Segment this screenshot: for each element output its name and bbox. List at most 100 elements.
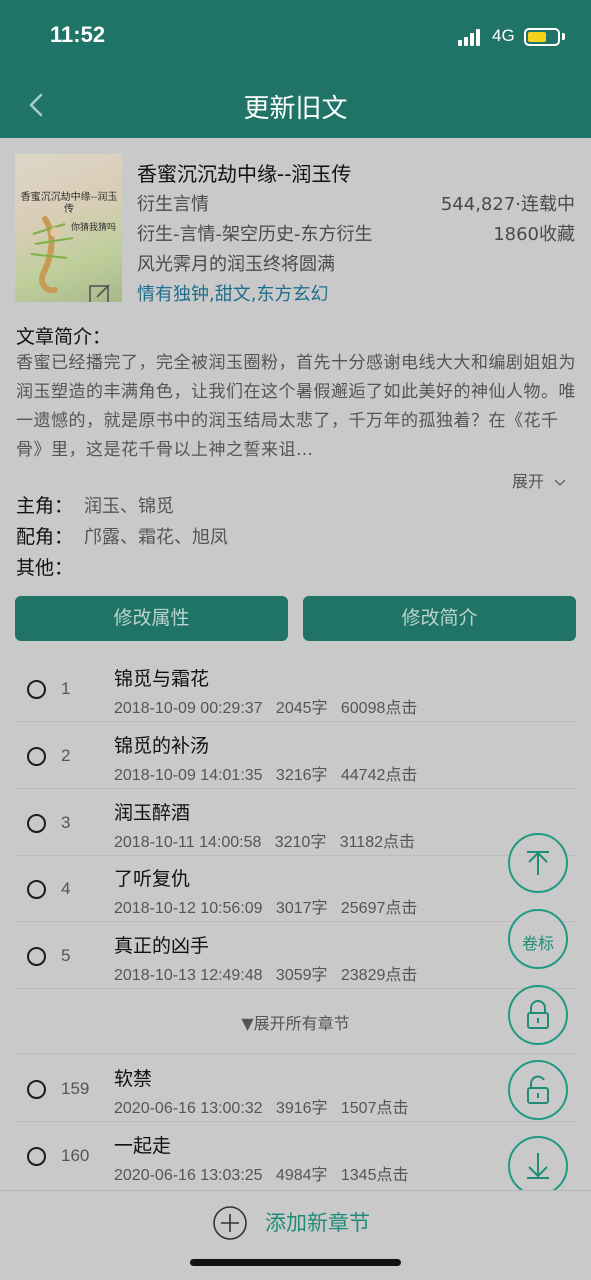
expand-synopsis-button[interactable]: 展开 [512,468,567,492]
chapter-select-radio[interactable] [27,947,46,966]
book-title: 香蜜沉沉劫中缘--润玉传 [137,162,352,186]
edit-icon[interactable] [88,282,112,302]
chapter-words: 2045字 [275,700,328,717]
chapter-row[interactable]: 1 锦觅与霜花 2018-10-09 00:29:37 2045字 60098点… [15,656,576,722]
synopsis-text: 香蜜已经播完了，完全被润玉圈粉，首先十分感谢电线大大和编剧姐姐为润玉塑造的丰满角… [16,353,576,460]
chapter-meta: 2018-10-12 10:56:09 3017字 25697点击 [114,894,417,918]
chapter-select-radio[interactable] [27,680,46,699]
network-type: 4G [492,26,515,45]
chapter-select-radio[interactable] [27,1147,46,1166]
chevron-down-icon [554,479,566,486]
scroll-bottom-button[interactable] [508,1136,568,1196]
chapter-title: 软禁 [114,1068,153,1090]
chapter-date: 2018-10-09 14:01:35 [114,767,263,784]
chapter-words: 3216字 [275,767,328,784]
chapter-words: 3210字 [274,834,327,851]
chapter-clicks: 25697点击 [340,900,418,917]
chapter-select-radio[interactable] [27,1080,46,1099]
scroll-top-icon [527,851,549,875]
battery-icon [524,28,560,46]
divider [15,1053,576,1054]
chapter-meta: 2018-10-13 12:49:48 3059字 23829点击 [114,961,417,985]
book-cover[interactable]: 香蜜沉沉劫中缘--润玉传 你猜我猜吗 [15,154,122,302]
chapter-title: 真正的凶手 [114,935,210,957]
chapter-title: 了听复仇 [114,868,191,890]
chapter-select-radio[interactable] [27,880,46,899]
chapter-title: 锦觅与霜花 [114,668,210,690]
role-label-supporting: 配角： [16,526,74,548]
book-tags: 情有独钟,甜文,东方玄幻 [137,284,329,305]
add-circle-icon[interactable] [212,1205,248,1241]
chapter-clicks: 1507点击 [340,1100,409,1117]
chapter-select-radio[interactable] [27,747,46,766]
unlock-button[interactable] [508,1060,568,1120]
chapter-row[interactable]: 5 真正的凶手 2018-10-13 12:49:48 3059字 23829点… [15,923,576,989]
chapter-words: 3017字 [275,900,328,917]
role-value-supporting: 邝露、霜花、旭凤 [84,527,228,548]
book-words-status: 544,827·连载中 [440,194,575,215]
status-time: 11:52 [50,22,106,47]
signal-icon [458,28,486,46]
book-category: 衍生-言情-架空历史-东方衍生 [137,224,373,245]
role-value-main: 润玉、锦觅 [84,496,174,517]
edit-attributes-button[interactable]: 修改属性 [15,596,288,641]
chapter-row[interactable]: 4 了听复仇 2018-10-12 10:56:09 3017字 25697点击 [15,856,576,922]
chapter-number: 1 [61,679,71,698]
cover-title: 香蜜沉沉劫中缘--润玉传 [20,192,118,215]
unlock-icon [527,1075,549,1104]
chapter-number: 4 [61,879,71,898]
chapter-number: 160 [61,1146,90,1165]
expand-label: 展开 [512,472,545,491]
chapter-clicks: 44742点击 [340,767,418,784]
add-chapter-button[interactable]: 添加新章节 [265,1207,370,1237]
chapter-row[interactable]: 159 软禁 2020-06-16 13:00:32 3916字 1507点击 [15,1056,576,1122]
role-label-other: 其他： [16,557,74,579]
synopsis-label: 文章简介： [16,326,112,348]
book-favorites: 1860收藏 [493,224,575,245]
chapter-number: 3 [61,813,71,832]
cover-illustration [30,216,74,294]
chapter-date: 2018-10-13 12:49:48 [114,967,263,984]
chapter-title: 锦觅的补汤 [114,735,210,757]
chapter-clicks: 23829点击 [340,967,418,984]
lock-button[interactable] [508,985,568,1045]
chapter-date: 2018-10-09 00:29:37 [114,700,263,717]
book-tagline: 风光霁月的润玉终将圆满 [137,254,335,275]
chapter-row[interactable]: 3 润玉醉酒 2018-10-11 14:00:58 3210字 31182点击 [15,790,576,856]
book-genre: 衍生言情 [137,194,209,215]
edit-synopsis-button[interactable]: 修改简介 [303,596,576,641]
chapter-number: 2 [61,746,71,765]
chapter-date: 2018-10-11 14:00:58 [114,834,262,851]
chapter-words: 4984字 [275,1167,328,1184]
chapter-words: 3059字 [275,967,328,984]
chapter-words: 3916字 [275,1100,328,1117]
chapter-row[interactable]: 2 锦觅的补汤 2018-10-09 14:01:35 3216字 44742点… [15,723,576,789]
chapter-title: 润玉醉酒 [114,802,191,824]
volume-label-button[interactable]: 卷标 [508,909,568,969]
chapter-clicks: 31182点击 [339,834,415,851]
chapter-meta: 2018-10-11 14:00:58 3210字 31182点击 [114,828,415,852]
chapter-date: 2020-06-16 13:03:25 [114,1167,263,1184]
scroll-bottom-icon [527,1153,549,1179]
role-label-main: 主角： [16,495,74,517]
lock-icon [527,1000,549,1029]
chapter-number: 5 [61,946,71,965]
expand-all-chapters[interactable]: ▼展开所有章节 [0,1010,591,1034]
nav-bar: 更新旧文 [0,72,591,138]
chapter-title: 一起走 [114,1135,172,1157]
chapter-meta: 2018-10-09 00:29:37 2045字 60098点击 [114,694,417,718]
footer-bar: 添加新章节 [0,1190,591,1280]
battery-tip [562,33,565,40]
home-indicator [190,1259,401,1266]
scroll-top-button[interactable] [508,833,568,893]
main-content: 香蜜沉沉劫中缘--润玉传 你猜我猜吗 香蜜沉沉劫中缘--润玉传 衍生言情 544… [0,138,591,1190]
status-bar: 11:52 4G [0,0,591,72]
page-title: 更新旧文 [243,94,348,124]
chapter-meta: 2018-10-09 14:01:35 3216字 44742点击 [114,761,417,785]
chapter-select-radio[interactable] [27,814,46,833]
chapter-meta: 2020-06-16 13:03:25 4984字 1345点击 [114,1161,408,1185]
chapter-clicks: 60098点击 [340,700,418,717]
back-icon[interactable] [24,92,50,118]
chapter-row[interactable]: 160 一起走 2020-06-16 13:03:25 4984字 1345点击 [15,1123,576,1189]
chapter-clicks: 1345点击 [340,1167,409,1184]
